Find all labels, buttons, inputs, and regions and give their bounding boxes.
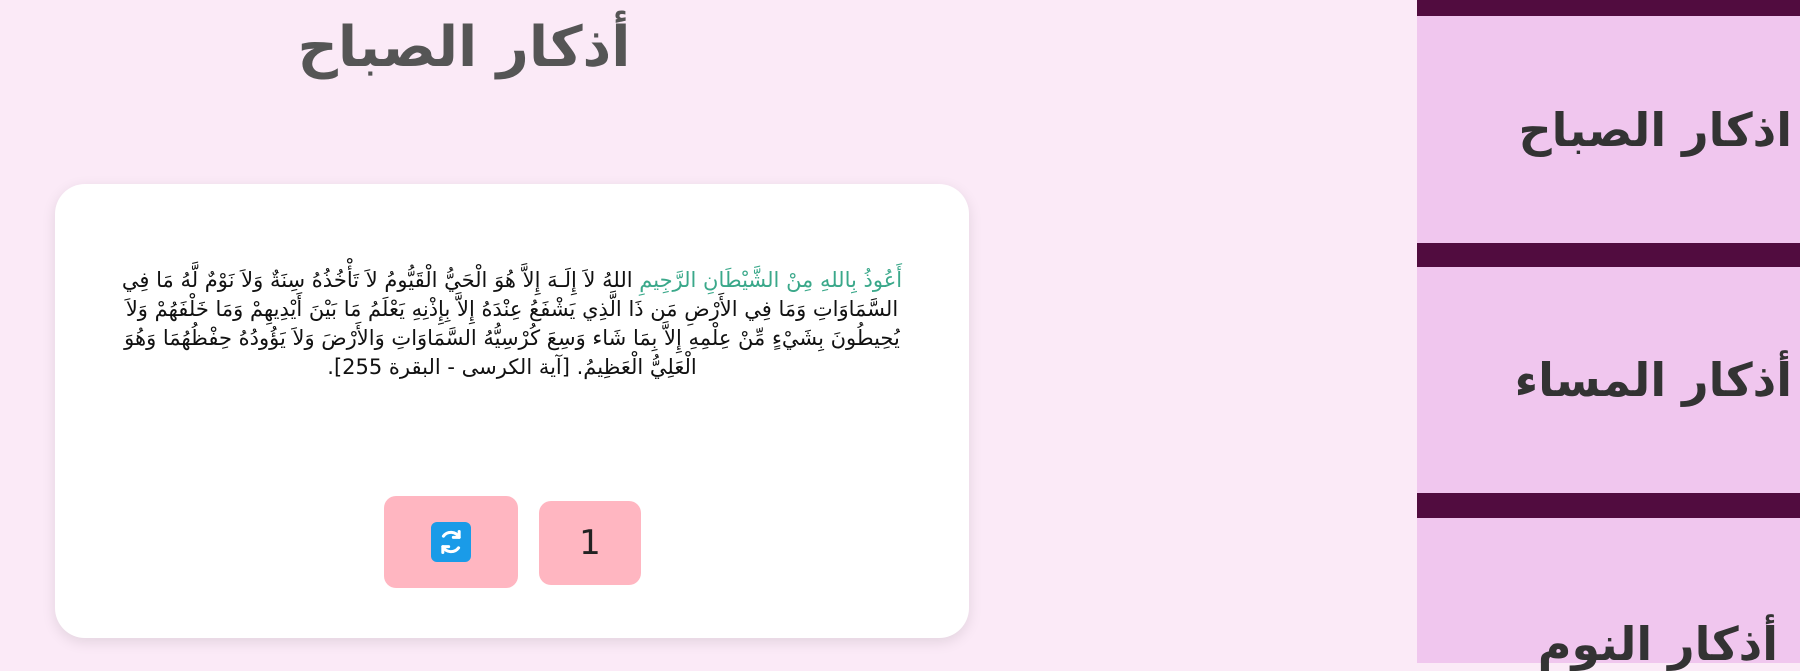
- counter-button[interactable]: 1: [539, 501, 641, 585]
- sidebar-item-evening-adhkar[interactable]: أذكار المساء: [1417, 267, 1800, 493]
- sidebar-item-sleep-adhkar[interactable]: أذكار النوم: [1417, 518, 1800, 671]
- reset-button[interactable]: [384, 496, 518, 588]
- dhikr-card: أَعُوذُ بِاللهِ مِنْ الشَّيْطَانِ الرَّج…: [55, 184, 969, 638]
- dhikr-text: أَعُوذُ بِاللهِ مِنْ الشَّيْطَانِ الرَّج…: [105, 266, 919, 382]
- sidebar-item-label: أذكار المساء: [1514, 353, 1792, 407]
- refresh-icon: [431, 522, 471, 562]
- sidebar-item-label: اذكار الصباح: [1518, 102, 1792, 157]
- sidebar-item-morning-adhkar[interactable]: اذكار الصباح: [1417, 16, 1800, 243]
- sidebar: اذكار الصباح أذكار المساء أذكار النوم: [1417, 0, 1800, 671]
- istiadha-text: أَعُوذُ بِاللهِ مِنْ الشَّيْطَانِ الرَّج…: [639, 268, 903, 292]
- page-title: أذكار الصباح: [297, 15, 631, 80]
